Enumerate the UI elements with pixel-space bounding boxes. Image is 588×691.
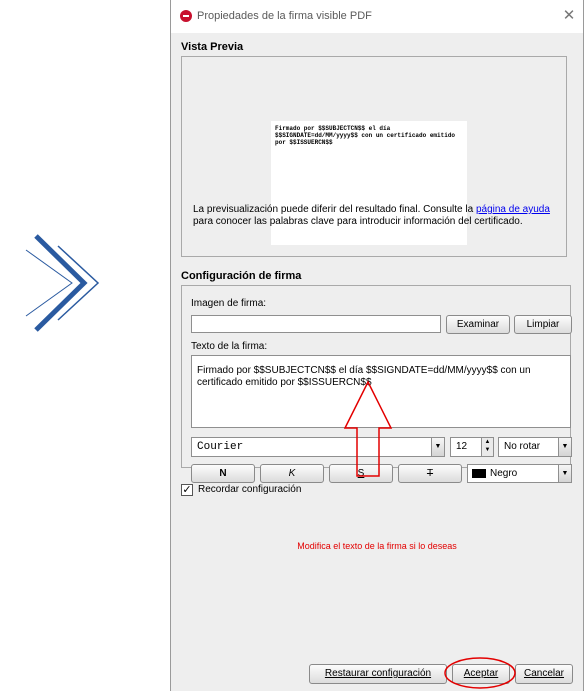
font-family-value: Courier [197, 441, 244, 453]
cancel-label: Cancelar [523, 668, 565, 679]
chevron-down-icon: ▼ [558, 465, 571, 482]
cancel-button[interactable]: Cancelar [515, 664, 573, 684]
rotation-value: No rotar [504, 441, 541, 452]
browse-button[interactable]: Examinar [446, 315, 510, 334]
text-color-value: Negro [490, 468, 518, 479]
signature-properties-dialog: Propiedades de la firma visible PDF ✕ Vi… [170, 0, 584, 691]
preview-section-title: Vista Previa [181, 41, 244, 53]
window-title: Propiedades de la firma visible PDF [197, 10, 372, 22]
remember-config-label: Recordar configuración [198, 484, 302, 495]
font-size-value: 12 [456, 441, 468, 452]
chevron-down-icon: ▼ [431, 438, 444, 456]
preview-note-text: La previsualización puede diferir del re… [193, 204, 476, 215]
restore-config-label: Restaurar configuración [324, 668, 432, 679]
app-logo-icon [180, 10, 192, 22]
spinner-arrows-icon[interactable]: ▲ ▼ [481, 438, 493, 456]
italic-button[interactable]: K [260, 464, 324, 483]
rotation-select[interactable]: No rotar ▼ [498, 437, 572, 457]
remember-config-checkbox[interactable]: ✓ [181, 484, 193, 496]
close-icon[interactable]: ✕ [559, 6, 579, 26]
restore-config-button[interactable]: Restaurar configuración [309, 664, 447, 684]
annotation-arrow [343, 380, 393, 477]
config-section-title: Configuración de firma [181, 270, 302, 282]
clear-button[interactable]: Limpiar [514, 315, 572, 334]
image-path-field[interactable] [191, 315, 441, 333]
preview-note-text-end: para conocer las palabras clave para int… [193, 216, 523, 227]
annotation-hint: Modifica el texto de la firma si lo dese… [297, 541, 457, 551]
font-family-select[interactable]: Courier ▼ [191, 437, 445, 457]
title-bar: Propiedades de la firma visible PDF ✕ [171, 0, 583, 33]
double-chevron-right-icon [25, 234, 100, 332]
color-swatch [472, 469, 486, 478]
strikethrough-button[interactable]: T [398, 464, 462, 483]
bold-button[interactable]: N [191, 464, 255, 483]
chevron-down-icon: ▼ [558, 438, 571, 456]
image-label: Imagen de firma: [191, 298, 267, 309]
signature-text-label: Texto de la firma: [191, 341, 268, 352]
preview-note: La previsualización puede diferir del re… [193, 204, 555, 228]
preview-sample-text: Firmado por $$SUBJECTCN$$ el día $$SIGND… [275, 125, 456, 146]
checkmark-icon: ✓ [182, 484, 192, 496]
help-page-link[interactable]: página de ayuda [476, 204, 550, 215]
text-color-select[interactable]: Negro ▼ [467, 464, 572, 483]
font-size-spinner[interactable]: 12 ▲ ▼ [450, 437, 494, 457]
annotation-ellipse [444, 657, 516, 689]
